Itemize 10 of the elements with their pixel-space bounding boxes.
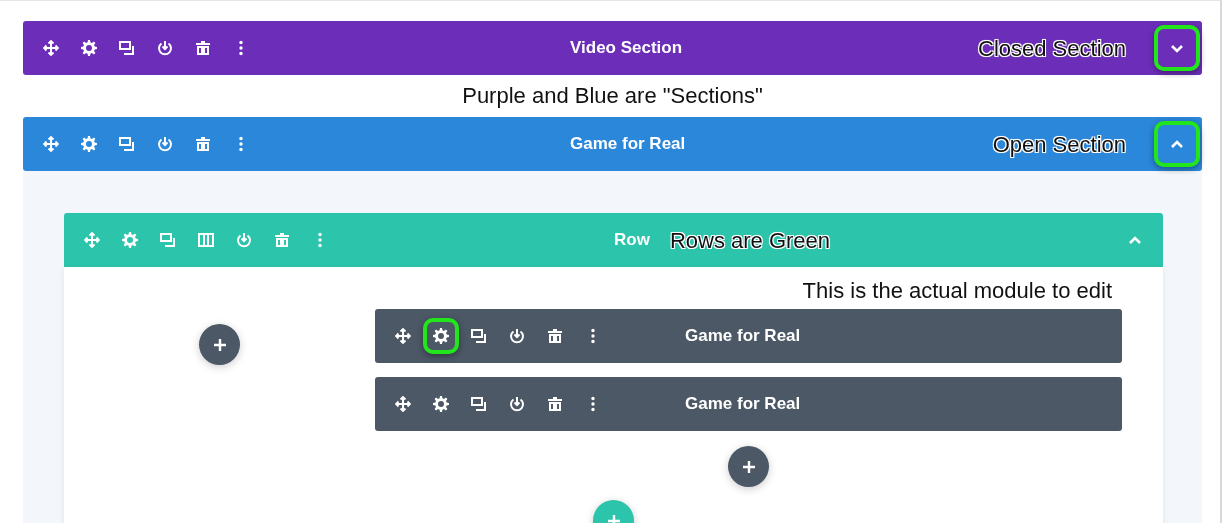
annotation-text: Rows are Green (669, 226, 831, 255)
section-title: Game for Real (570, 133, 686, 156)
note-text: Purple and Blue are "Sections" (461, 82, 764, 110)
module-title: Game for Real (685, 325, 801, 348)
row-title: Row (614, 229, 650, 252)
section-title: Video Section (570, 37, 683, 60)
annotation-text: Closed Section (978, 34, 1126, 63)
annotation-text: This is the actual module to edit (801, 277, 1113, 305)
annotation-text: Open Section (992, 130, 1126, 159)
module-title: Game for Real (685, 393, 801, 416)
